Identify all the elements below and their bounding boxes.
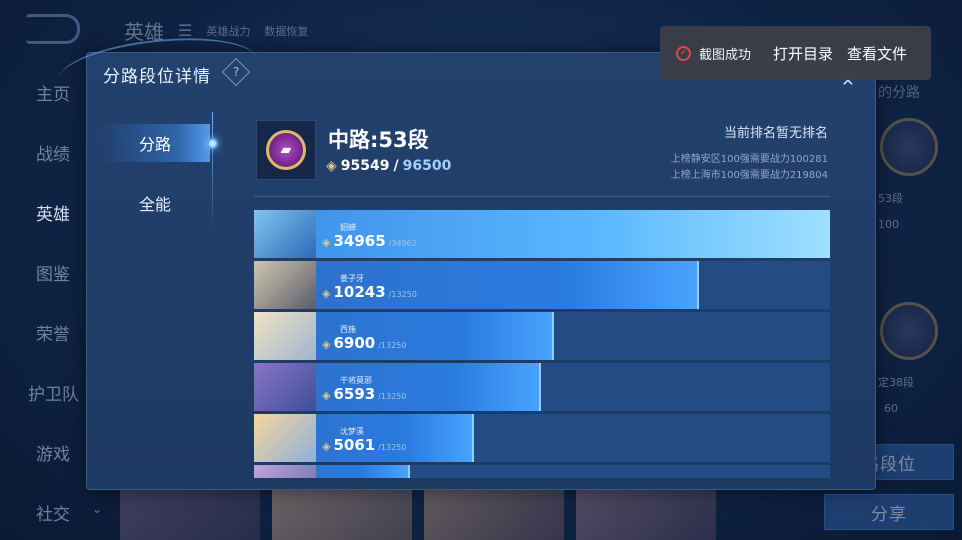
bg-rank-1: 53段: [878, 192, 903, 205]
hero-power: ◈ 6900/13250: [322, 334, 406, 352]
divider: [254, 196, 830, 197]
hero-row[interactable]: 西施 ◈ 6900/13250: [254, 312, 830, 360]
bg-right-subtitle: 的分路: [878, 85, 920, 101]
hero-power-max: /13250: [378, 443, 407, 452]
open-directory-button[interactable]: 打开目录: [773, 43, 833, 64]
hero-row[interactable]: 干将莫邪 ◈ 6593/13250: [254, 363, 830, 411]
rank-requirement-city: 上榜上海市100强需要战力219804: [670, 170, 828, 181]
hero-power-value: 34965: [333, 232, 386, 250]
tab-all-round[interactable]: 全能: [100, 184, 210, 222]
nav-item-record[interactable]: 战绩: [36, 140, 70, 165]
power-icon: ◈: [322, 440, 331, 453]
nav-item-social[interactable]: 社交: [36, 500, 70, 525]
bg-hero-thumbnails: [120, 486, 716, 540]
toast-message: 截图成功: [699, 47, 752, 63]
power-icon: ◈: [322, 236, 331, 249]
hero-power-value: 6900: [333, 334, 376, 352]
nav-item-game[interactable]: 游戏: [36, 440, 70, 465]
hero-power-max: /13250: [378, 392, 407, 401]
bg-thumbnail[interactable]: [576, 486, 716, 540]
hero-avatar: [254, 414, 316, 462]
list-icon: ☰: [178, 21, 193, 40]
hero-row[interactable]: 貂蝉 ◈ 34965/34962: [254, 210, 830, 258]
bg-rank-badge-1: [880, 118, 938, 176]
rank-title: 中路:53段: [328, 128, 429, 152]
hero-power-value: 5061: [333, 436, 376, 454]
hero-power-list[interactable]: 貂蝉 ◈ 34965/34962 姜子牙 ◈ 10243/13250 西施 ◈ 6900/132…: [254, 210, 830, 478]
hero-power-max: /34962: [388, 239, 417, 248]
power-target: 96500: [402, 158, 452, 174]
bg-value-2: 60: [884, 402, 898, 415]
bg-value-1: 100: [878, 218, 899, 231]
bg-thumbnail[interactable]: [424, 486, 564, 540]
screenshot-toast: ✓ 截图成功 打开目录 查看文件: [660, 26, 931, 80]
hero-avatar: [254, 261, 316, 309]
hero-row[interactable]: 姜子牙 ◈ 10243/13250: [254, 261, 830, 309]
hero-power-bar: [254, 261, 700, 309]
share-button[interactable]: 分享: [824, 494, 954, 530]
tab-indicator-line: [212, 112, 213, 232]
nav-item-guard[interactable]: 护卫队: [28, 380, 79, 405]
nav-item-hero[interactable]: 英雄: [36, 200, 70, 225]
rank-status: 当前排名暂无排名: [723, 126, 828, 141]
view-file-button[interactable]: 查看文件: [847, 43, 907, 64]
success-check-icon: ✓: [676, 45, 691, 61]
hero-power: ◈ 10243/13250: [322, 283, 417, 301]
hero-avatar: [254, 363, 316, 411]
bg-thumbnail[interactable]: [120, 486, 260, 540]
power-current: 95549: [340, 158, 390, 174]
rank-emblem-icon: ▰: [266, 130, 306, 170]
bg-top-link-2[interactable]: 数据恢复: [264, 23, 308, 39]
hero-power-max: /13250: [388, 290, 417, 299]
power-icon: ◈: [322, 389, 331, 402]
hero-avatar: [254, 465, 316, 478]
bg-rank-badge-2: [880, 302, 938, 360]
power-icon: ◈: [326, 158, 337, 174]
game-logo: [26, 14, 80, 44]
hero-power: ◈ 6593/13250: [322, 385, 406, 403]
hero-power-value: 10243: [333, 283, 386, 301]
bg-thumbnail[interactable]: [272, 486, 412, 540]
rank-requirement-district: 上榜静安区100强需要战力100281: [670, 154, 828, 165]
hero-row[interactable]: [254, 465, 830, 478]
hero-power-value: 6593: [333, 385, 376, 403]
power-icon: ◈: [322, 287, 331, 300]
hero-power: ◈ 34965/34962: [322, 232, 417, 250]
rank-emblem: ▰: [256, 120, 316, 180]
tab-lane[interactable]: 分路: [100, 124, 210, 162]
power-progress: ◈ 95549 / 96500: [326, 158, 452, 174]
bg-top-link-1[interactable]: 英雄战力: [206, 23, 250, 39]
power-icon: ◈: [322, 338, 331, 351]
hero-avatar: [254, 312, 316, 360]
hero-power: ◈ 5061/13250: [322, 436, 406, 454]
hero-avatar: [254, 210, 316, 258]
nav-item-codex[interactable]: 图鉴: [36, 260, 70, 285]
chevron-down-icon[interactable]: ⌄: [92, 502, 102, 516]
tab-indicator-dot: [207, 138, 218, 149]
bg-rank-2: 定38段: [878, 376, 914, 389]
nav-item-honor[interactable]: 荣誉: [36, 320, 70, 345]
panel-title: 分路段位详情: [103, 67, 211, 87]
hero-row[interactable]: 沈梦溪 ◈ 5061/13250: [254, 414, 830, 462]
hero-power-max: /13250: [378, 341, 407, 350]
